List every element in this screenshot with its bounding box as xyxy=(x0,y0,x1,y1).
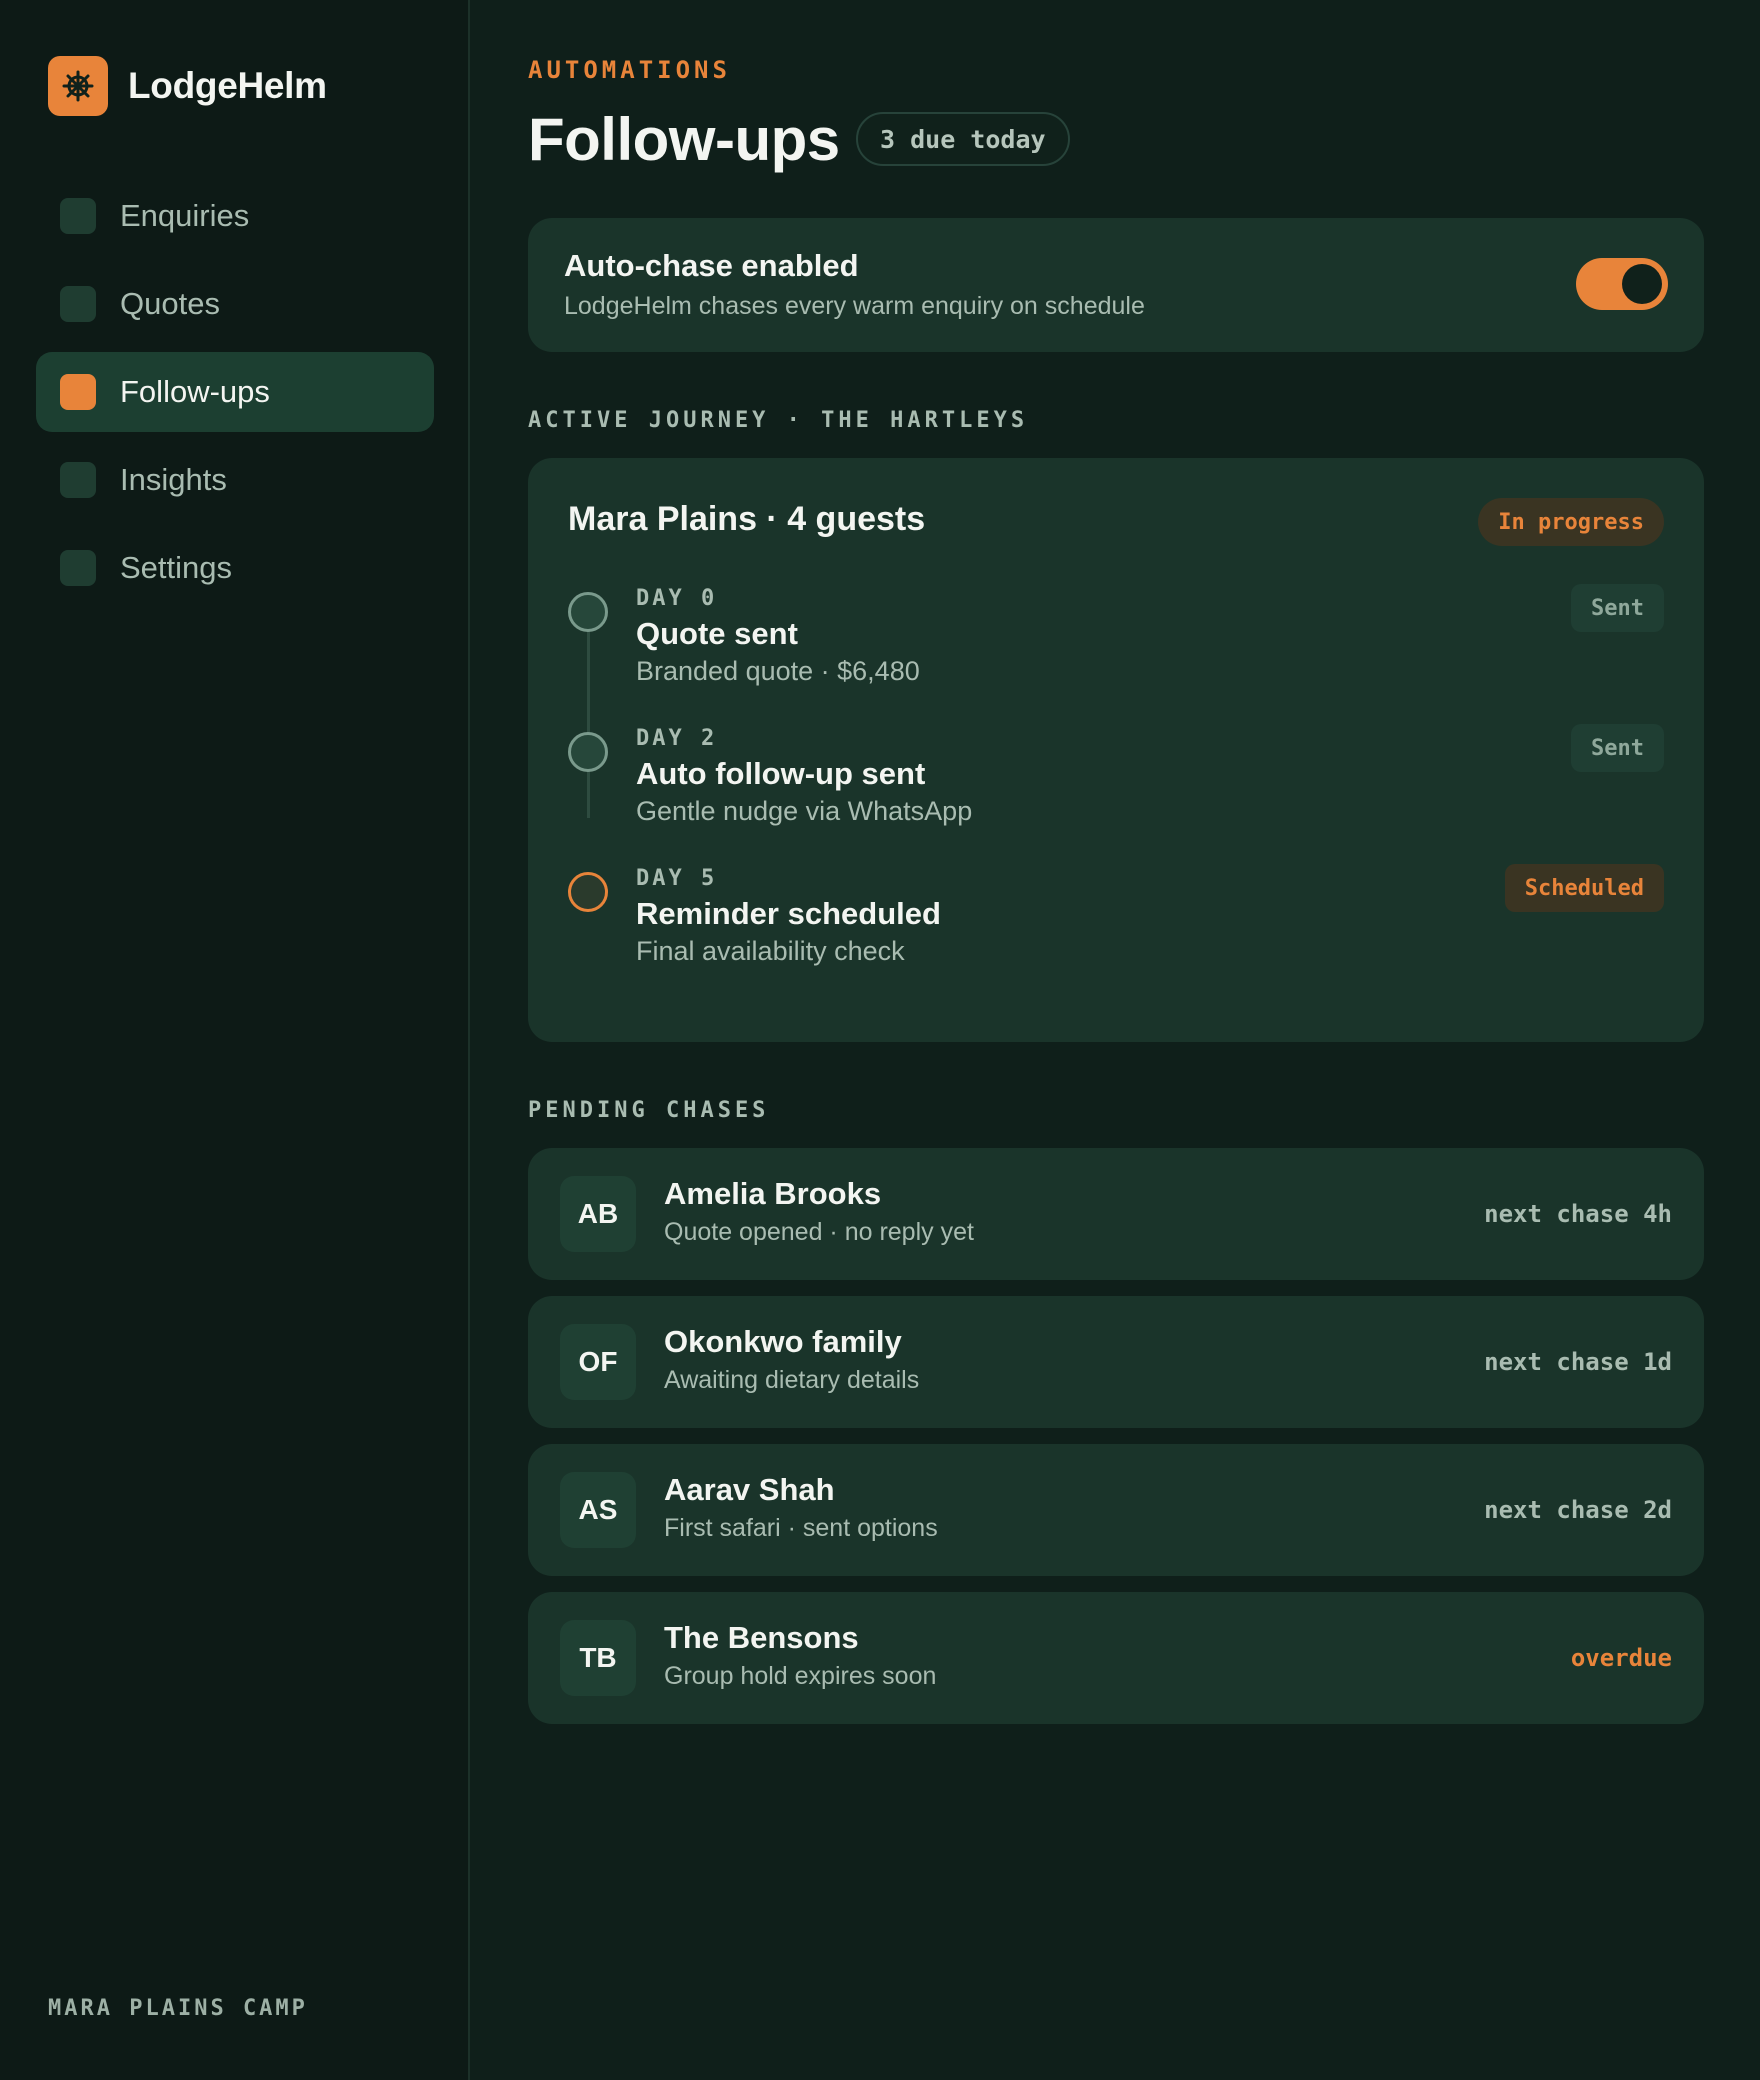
step-status-badge: Sent xyxy=(1571,584,1664,632)
enquiries-icon xyxy=(60,198,96,234)
chase-subtitle: Quote opened · no reply yet xyxy=(664,1218,974,1246)
journey-status-badge: In progress xyxy=(1478,498,1664,546)
step-title: Quote sent xyxy=(636,616,798,651)
sidebar-item-follow-ups[interactable]: Follow-ups xyxy=(36,352,434,432)
settings-icon xyxy=(60,550,96,586)
active-journey-label: ACTIVE JOURNEY · THE HARTLEYS xyxy=(528,408,1029,433)
step-scheduled-icon xyxy=(568,872,608,912)
sidebar: LodgeHelm Enquiries Quotes Follow-ups In… xyxy=(0,0,470,2080)
journey-card: Mara Plains · 4 guests In progress DAY 0… xyxy=(528,458,1704,1042)
pending-chases-label: PENDING CHASES xyxy=(528,1098,770,1123)
quotes-icon xyxy=(60,286,96,322)
auto-chase-title: Auto-chase enabled xyxy=(564,248,859,283)
pending-chase-row[interactable]: AB Amelia Brooks Quote opened · no reply… xyxy=(528,1148,1704,1280)
sidebar-item-label: Settings xyxy=(120,550,233,585)
avatar: AS xyxy=(560,1472,636,1548)
sidebar-item-enquiries[interactable]: Enquiries xyxy=(36,176,434,256)
pending-chase-row[interactable]: AS Aarav Shah First safari · sent option… xyxy=(528,1444,1704,1576)
sidebar-item-insights[interactable]: Insights xyxy=(36,440,434,520)
chase-name: The Bensons xyxy=(664,1620,859,1655)
auto-chase-toggle[interactable] xyxy=(1576,258,1668,310)
step-subtitle: Branded quote · $6,480 xyxy=(636,656,920,686)
step-subtitle: Gentle nudge via WhatsApp xyxy=(636,796,973,826)
step-title: Auto follow-up sent xyxy=(636,756,926,791)
sidebar-nav: Enquiries Quotes Follow-ups Insights Set… xyxy=(36,176,434,616)
page-eyebrow: AUTOMATIONS xyxy=(528,56,731,84)
property-name: MARA PLAINS CAMP xyxy=(48,1996,308,2021)
step-done-icon xyxy=(568,732,608,772)
avatar: OF xyxy=(560,1324,636,1400)
timeline-line xyxy=(587,618,590,818)
step-done-icon xyxy=(568,592,608,632)
step-day: DAY 0 xyxy=(636,586,718,611)
brand-name: LodgeHelm xyxy=(128,65,327,106)
sidebar-item-label: Follow-ups xyxy=(120,374,270,409)
step-status-badge: Sent xyxy=(1571,724,1664,772)
follow-ups-icon xyxy=(60,374,96,410)
pending-chase-row[interactable]: TB The Bensons Group hold expires soon o… xyxy=(528,1592,1704,1724)
sidebar-item-quotes[interactable]: Quotes xyxy=(36,264,434,344)
ships-wheel-icon xyxy=(48,56,108,116)
chase-next-time: next chase 4h xyxy=(1484,1200,1672,1228)
chase-name: Amelia Brooks xyxy=(664,1176,882,1211)
brand[interactable]: LodgeHelm xyxy=(48,56,327,116)
insights-icon xyxy=(60,462,96,498)
step-title: Reminder scheduled xyxy=(636,896,941,931)
chase-subtitle: First safari · sent options xyxy=(664,1514,938,1542)
page-title: Follow-ups xyxy=(528,106,840,173)
chase-overdue-status: overdue xyxy=(1570,1644,1672,1672)
avatar: AB xyxy=(560,1176,636,1252)
step-day: DAY 5 xyxy=(636,866,718,891)
journey-title: Mara Plains · 4 guests xyxy=(568,500,926,538)
auto-chase-subtitle: LodgeHelm chases every warm enquiry on s… xyxy=(564,292,1145,320)
chase-name: Aarav Shah xyxy=(664,1472,835,1507)
sidebar-item-label: Enquiries xyxy=(120,198,250,233)
sidebar-item-label: Quotes xyxy=(120,286,220,321)
toggle-knob xyxy=(1622,264,1662,304)
avatar: TB xyxy=(560,1620,636,1696)
step-subtitle: Final availability check xyxy=(636,936,905,966)
chase-next-time: next chase 2d xyxy=(1484,1496,1672,1524)
chase-subtitle: Awaiting dietary details xyxy=(664,1366,920,1394)
step-day: DAY 2 xyxy=(636,726,718,751)
due-today-badge: 3 due today xyxy=(856,112,1070,166)
step-status-badge: Scheduled xyxy=(1504,864,1664,912)
chase-subtitle: Group hold expires soon xyxy=(664,1662,937,1690)
chase-name: Okonkwo family xyxy=(664,1324,902,1359)
auto-chase-card: Auto-chase enabled LodgeHelm chases ever… xyxy=(528,218,1704,352)
sidebar-item-settings[interactable]: Settings xyxy=(36,528,434,608)
sidebar-item-label: Insights xyxy=(120,462,227,497)
pending-chase-row[interactable]: OF Okonkwo family Awaiting dietary detai… xyxy=(528,1296,1704,1428)
chase-next-time: next chase 1d xyxy=(1484,1348,1672,1376)
